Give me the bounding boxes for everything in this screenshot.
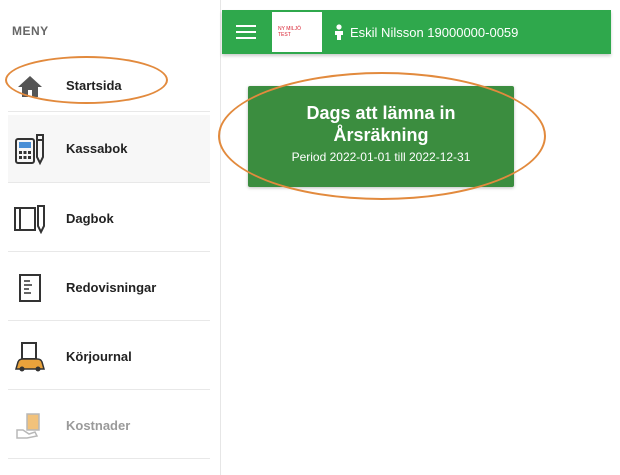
sidebar-item-startsida[interactable]: Startsida [8,60,210,112]
reminder-title-line1: Dags att lämna in [306,103,456,123]
sidebar-item-label: Redovisningar [66,280,157,295]
sidebar-item-label: Körjournal [66,349,132,364]
sidebar-item-label: Dagbok [66,211,114,226]
sidebar-item-korjournal[interactable]: Körjournal [8,324,210,390]
receipt-hand-icon [8,412,52,440]
logo-text-line2: TEST [278,32,291,38]
notebook-pen-icon [8,204,52,234]
document-list-icon [8,273,52,303]
sidebar-item-kassabok[interactable]: Kassabok [8,115,210,183]
home-icon [8,74,52,98]
sidebar-item-label: Startsida [66,78,122,93]
sidebar: MENY Startsida Kassabok Dagbok Redovisni… [0,0,221,475]
reminder-period: Period 2022-01-01 till 2022-12-31 [291,150,471,164]
hamburger-menu-icon[interactable] [236,25,256,39]
sidebar-item-label: Kostnader [66,418,131,433]
sidebar-item-label: Kassabok [66,141,128,156]
person-icon [335,24,343,40]
user-name: Eskil Nilsson 19000000-0059 [350,24,519,40]
logo: NY MILJÖ TEST [272,12,322,52]
sidebar-item-redovisningar[interactable]: Redovisningar [8,255,210,321]
calculator-pen-icon [8,131,52,167]
menu-title: MENY [12,24,49,38]
top-app-bar: NY MILJÖ TEST Eskil Nilsson 19000000-005… [222,10,611,54]
annual-report-reminder-card[interactable]: Dags att lämna in Årsräkning Period 2022… [248,86,514,187]
car-log-icon [8,341,52,373]
reminder-title-line2: Årsräkning [333,125,429,145]
sidebar-item-kostnader[interactable]: Kostnader [8,393,210,459]
sidebar-item-dagbok[interactable]: Dagbok [8,186,210,252]
user-info: Eskil Nilsson 19000000-0059 [334,24,518,40]
